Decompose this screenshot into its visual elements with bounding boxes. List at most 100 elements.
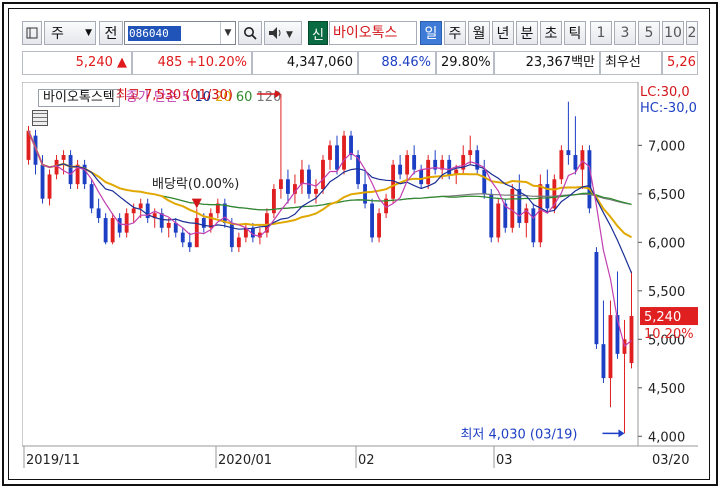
up-triangle-icon: ▲ [117, 55, 127, 70]
dividend-annotation: 배당락(0.00%) [152, 177, 239, 192]
candle-down [601, 344, 606, 379]
candle-up [468, 150, 473, 156]
candle-up [377, 213, 382, 238]
interval-10-button[interactable]: 10 [662, 21, 684, 45]
candle-up [314, 188, 318, 194]
x-tick-label: 03 [496, 453, 513, 468]
chevron-down-icon[interactable]: ▼ [220, 22, 235, 44]
x-tick-label: 02 [358, 453, 375, 468]
period-year-tab[interactable]: 년 [492, 21, 514, 45]
volume: 4,347,060 [252, 51, 358, 75]
y-tick-label: 5,500 [648, 285, 685, 300]
change-cell: 485 +10.20% [132, 51, 252, 75]
candle-down [201, 218, 206, 228]
candle-up [166, 222, 171, 228]
change-percent: +10.20% [186, 55, 247, 70]
period-day-tab[interactable]: 일 [420, 21, 442, 45]
period-tick-tab[interactable]: 틱 [564, 21, 586, 45]
interval-5-button[interactable]: 5 [638, 21, 660, 45]
candle-up [496, 203, 501, 238]
candle-up [124, 213, 129, 233]
current-price-cell: 5,240 ▲ [22, 51, 132, 75]
candle-down [68, 155, 73, 185]
hc-label: HC:-30,0 [640, 101, 697, 116]
period-second-tab[interactable]: 초 [540, 21, 562, 45]
x-tick-label: 03/20 [652, 453, 689, 468]
change-amount: 485 [157, 55, 183, 70]
candle-up [328, 145, 332, 160]
low-arrow-icon [618, 429, 625, 438]
candle-down [222, 203, 227, 223]
market-select[interactable]: 주 ▼ [44, 21, 96, 45]
speaker-icon[interactable]: ▼ [264, 21, 302, 45]
candle-up [321, 159, 325, 189]
y-tick-label: 6,000 [648, 236, 685, 251]
new-badge: 신 [308, 21, 328, 45]
search-icon[interactable] [238, 21, 262, 45]
interval-more-button[interactable]: 2 [686, 21, 698, 45]
plot-border [22, 82, 639, 447]
period-minute-tab[interactable]: 분 [516, 21, 538, 45]
period-month-tab[interactable]: 월 [468, 21, 490, 45]
y-tick-label: 4,500 [648, 382, 685, 397]
candle-up [629, 316, 634, 364]
candle-up [300, 169, 304, 185]
volume-ratio: 88.46% [358, 51, 436, 75]
low-annotation: 최저 4,030 (03/19) [460, 427, 577, 442]
last-percent-label: 10.20% [644, 327, 694, 342]
stock-code-value: 086040 [128, 26, 181, 41]
toolbar: 주 ▼ 전 086040 ▼ ▼ 신 바이오톡스 일 주 월 년 분 초 틱 1… [22, 21, 698, 45]
priority-label: 최우선 [600, 51, 662, 75]
quote-bar: 5,240 ▲ 485 +10.20% 4,347,060 88.46% 29.… [22, 51, 698, 75]
candle-up [426, 159, 431, 185]
y-tick-label: 4,000 [648, 430, 685, 445]
candle-up [580, 150, 585, 170]
candle-down [187, 242, 192, 248]
last-price-label: 5,240 [644, 310, 681, 325]
candle-down [398, 164, 403, 175]
turnover-rate: 29.80% [436, 51, 494, 75]
trade-amount: 23,367백만 [494, 51, 600, 75]
candle-down [566, 150, 571, 156]
candle-down [40, 164, 45, 199]
price-chart: 4,0004,5005,0005,5006,0006,5007,000최고 7,… [22, 82, 698, 468]
market-label: 주 [51, 26, 64, 42]
period-week-tab[interactable]: 주 [444, 21, 466, 45]
candle-down [96, 208, 101, 219]
y-tick-label: 7,000 [648, 139, 685, 154]
high-arrow-icon [274, 89, 281, 98]
candle-down [517, 188, 522, 223]
candle-down [489, 193, 494, 238]
candle-down [573, 155, 578, 170]
candle-down [229, 222, 234, 248]
candle-up [47, 174, 52, 199]
stock-name-field[interactable]: 바이오톡스 [329, 21, 417, 45]
candle-down [180, 232, 185, 243]
candle-up [538, 184, 543, 243]
chart-type-icon[interactable] [22, 21, 42, 45]
candle-up [559, 150, 564, 180]
priority-price: 5,26 [662, 51, 698, 75]
candle-up [138, 203, 143, 209]
candle-up [61, 155, 66, 160]
current-price: 5,240 [75, 55, 113, 70]
candle-up [405, 155, 410, 175]
svg-text:▼: ▼ [286, 30, 293, 40]
candle-down [335, 145, 339, 170]
high-annotation: 최고 7,530 (01/30) [116, 88, 233, 103]
candle-down [349, 135, 353, 156]
candle-down [307, 169, 311, 194]
candle-down [103, 218, 108, 243]
stock-code-input[interactable]: 086040 ▼ [124, 21, 236, 45]
candle-down [482, 169, 487, 194]
candle-up [278, 179, 283, 189]
x-tick-label: 2019/11 [26, 453, 80, 468]
chart-area[interactable]: 바이오톡스텍 종가 단순 5 10 20 60 120 4,000 4,500 5,… [22, 82, 698, 470]
candle-down [587, 150, 592, 209]
lc-label: LC:30,0 [640, 85, 690, 100]
candle-down [531, 208, 536, 243]
candle-up [608, 315, 613, 379]
interval-3-button[interactable]: 3 [614, 21, 636, 45]
interval-1-button[interactable]: 1 [590, 21, 612, 45]
candle-up [342, 135, 346, 170]
